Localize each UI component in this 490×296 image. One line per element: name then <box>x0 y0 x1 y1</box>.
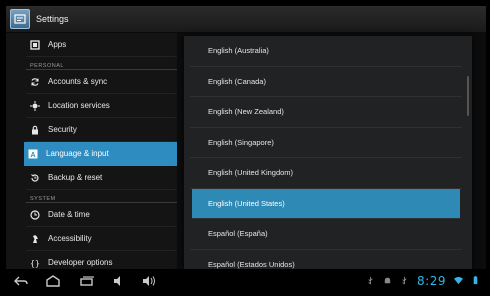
sidebar-item-label: Apps <box>48 40 67 49</box>
home-button[interactable] <box>36 269 70 292</box>
sidebar-item-label: Accessibility <box>48 234 92 243</box>
sidebar-item-apps[interactable]: Apps <box>26 33 177 57</box>
home-icon <box>46 274 60 287</box>
sidebar-item-label: Language & input <box>46 149 109 158</box>
language-option[interactable]: Español (Estados Unidos) <box>190 250 462 270</box>
apps-icon <box>30 39 40 50</box>
volume-down-icon <box>114 275 120 286</box>
volume-up-icon <box>143 275 155 286</box>
language-option[interactable]: English (United Kingdom) <box>190 158 462 189</box>
language-icon: A <box>28 149 38 159</box>
backup-icon <box>30 173 40 183</box>
accessibility-icon <box>30 234 40 244</box>
braces-icon: {} <box>30 258 40 268</box>
svg-text:A: A <box>30 152 35 159</box>
sidebar-item-location-services[interactable]: Location services <box>26 94 177 118</box>
sync-icon <box>30 77 40 87</box>
sidebar-item-label: Developer options <box>48 258 113 267</box>
page-title: Settings <box>36 14 69 24</box>
sidebar-item-backup-reset[interactable]: Backup & reset <box>26 166 177 190</box>
usb-icon <box>366 276 375 285</box>
recent-apps-button[interactable] <box>70 269 104 292</box>
sidebar-item-developer-options[interactable]: {} Developer options <box>26 251 177 269</box>
section-header-system: SYSTEM <box>26 190 177 203</box>
dialog-scrollbar[interactable] <box>467 76 469 116</box>
sidebar-item-label: Backup & reset <box>48 173 103 182</box>
usb-icon <box>400 276 409 285</box>
language-option[interactable]: Español (España) <box>190 219 462 250</box>
sidebar-item-label: Date & time <box>48 210 90 219</box>
navigation-bar: 8:29 <box>6 269 486 292</box>
action-bar: Settings <box>6 6 486 33</box>
android-debug-icon <box>383 276 392 285</box>
sidebar-item-label: Security <box>48 125 77 134</box>
back-button[interactable] <box>6 269 36 292</box>
settings-category-list: Apps PERSONAL Accounts & sync Location serv… <box>6 33 177 269</box>
battery-icon <box>471 276 480 285</box>
sidebar-item-label: Location services <box>48 101 110 110</box>
back-icon <box>14 276 28 285</box>
volume-up-button[interactable] <box>134 269 164 292</box>
settings-window: Settings Apps PERSONAL Accounts & sync Loca… <box>6 6 486 292</box>
language-picker-dialog: English (Australia) English (Canada) Engli… <box>184 36 472 269</box>
location-icon <box>30 100 40 111</box>
sidebar-item-language-input[interactable]: A Language & input <box>24 142 177 166</box>
sidebar-item-label: Accounts & sync <box>48 77 108 86</box>
clock-icon <box>30 209 40 220</box>
section-header-personal: PERSONAL <box>26 57 177 70</box>
language-option[interactable]: English (United States) <box>192 188 460 219</box>
lock-icon <box>30 125 40 135</box>
sidebar-item-accessibility[interactable]: Accessibility <box>26 227 177 251</box>
sidebar-item-accounts-sync[interactable]: Accounts & sync <box>26 70 177 94</box>
language-option[interactable]: English (Canada) <box>190 67 462 97</box>
status-area: 8:29 <box>366 269 480 292</box>
sidebar-item-date-time[interactable]: Date & time <box>26 203 177 227</box>
language-option[interactable]: English (Singapore) <box>190 128 462 158</box>
volume-down-button[interactable] <box>104 269 134 292</box>
svg-text:{}: {} <box>30 259 40 268</box>
language-option[interactable]: English (Australia) <box>190 36 462 67</box>
settings-app-icon[interactable] <box>10 9 30 29</box>
status-clock: 8:29 <box>417 273 446 288</box>
language-option[interactable]: English (New Zealand) <box>190 97 462 128</box>
wifi-icon <box>454 276 463 285</box>
sidebar-item-security[interactable]: Security <box>26 118 177 142</box>
recent-apps-icon <box>80 275 94 286</box>
